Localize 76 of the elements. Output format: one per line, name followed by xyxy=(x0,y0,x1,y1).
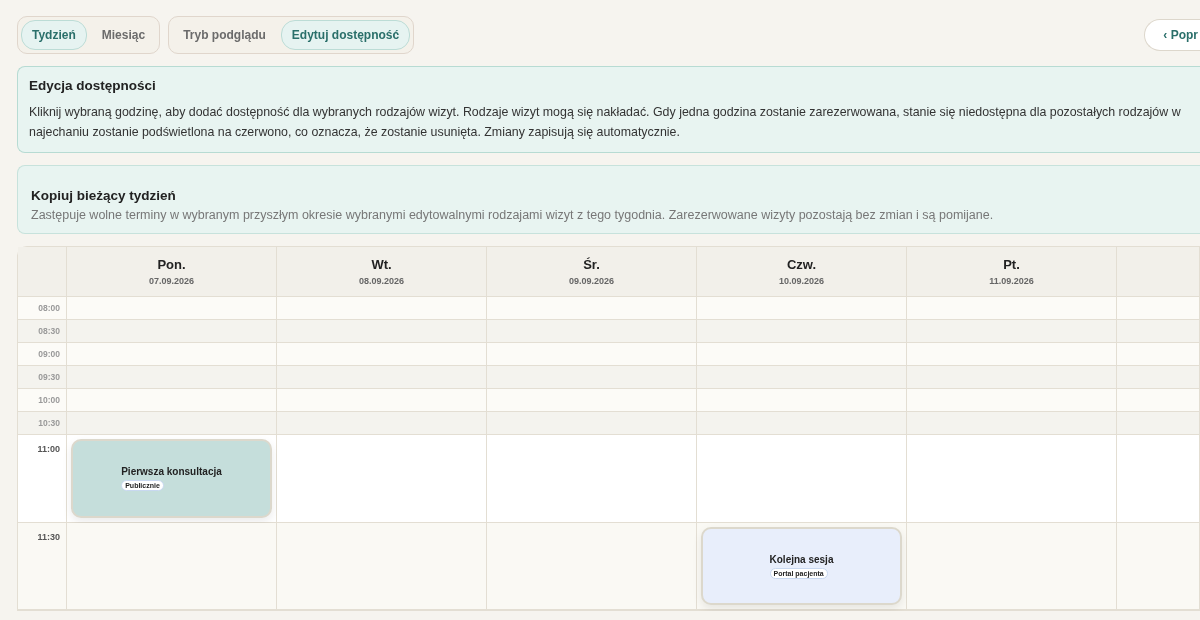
time-slot[interactable] xyxy=(487,343,697,366)
time-slot[interactable] xyxy=(1117,389,1200,412)
day-date: 11.09.2026 xyxy=(989,276,1034,286)
time-slot[interactable] xyxy=(697,320,907,343)
day-name: Śr. xyxy=(583,257,600,272)
panel-title: Kopiuj bieżący tydzień xyxy=(31,188,177,203)
time-slot[interactable] xyxy=(487,297,697,320)
time-label: 10:00 xyxy=(37,394,61,405)
day-name: Czw. xyxy=(786,257,817,272)
time-label: 08:00 xyxy=(37,302,61,313)
time-slot[interactable] xyxy=(697,435,907,523)
time-slot[interactable] xyxy=(487,412,697,435)
time-slot[interactable] xyxy=(1117,343,1200,366)
day-name: Wt. xyxy=(371,257,392,272)
toggle-tab[interactable]: Edytuj dostępność xyxy=(280,20,411,50)
panel-title: Edycja dostępności xyxy=(29,78,157,93)
day-date: 10.09.2026 xyxy=(778,276,824,286)
time-slot[interactable] xyxy=(67,320,277,343)
time-slot[interactable] xyxy=(277,523,487,610)
time-slot[interactable] xyxy=(1117,366,1200,389)
time-slot[interactable] xyxy=(277,343,487,366)
time-label: 10:30 xyxy=(37,417,61,428)
time-slot[interactable] xyxy=(1117,412,1200,435)
time-label: 11:30 xyxy=(36,531,61,542)
time-slot[interactable] xyxy=(907,435,1117,523)
time-label: 08:30 xyxy=(37,325,61,336)
panel-description: Zastępuje wolne terminy w wybranym przyszłym okresie wybranymi edytowalnymi rodzajami wizyt z tego tygodnia. Zarezerwowane wizyty pozostają bez zmian i są pomijane. xyxy=(31,208,995,222)
time-slot[interactable] xyxy=(697,389,907,412)
time-slot[interactable] xyxy=(1117,523,1200,610)
event-title: Pierwsza konsultacja xyxy=(121,466,222,477)
time-slot[interactable] xyxy=(907,412,1117,435)
time-slot[interactable] xyxy=(277,320,487,343)
day-name: Pon. xyxy=(157,257,186,272)
day-date: 09.09.2026 xyxy=(568,276,614,286)
time-slot[interactable] xyxy=(907,297,1117,320)
time-slot[interactable] xyxy=(67,297,277,320)
time-slot[interactable] xyxy=(907,320,1117,343)
time-slot[interactable] xyxy=(277,435,487,523)
time-slot[interactable] xyxy=(1117,297,1200,320)
time-slot[interactable] xyxy=(697,343,907,366)
time-slot[interactable] xyxy=(67,412,277,435)
time-slot[interactable] xyxy=(907,366,1117,389)
time-slot[interactable] xyxy=(697,297,907,320)
day-date: 07.09.2026 xyxy=(148,276,194,286)
time-slot[interactable] xyxy=(67,523,277,610)
time-slot[interactable] xyxy=(907,523,1117,610)
toggle-tab[interactable]: Tryb podglądu xyxy=(172,20,277,50)
time-label: 11:00 xyxy=(36,443,61,454)
day-name: Pt. xyxy=(1003,257,1020,272)
time-slot[interactable] xyxy=(277,412,487,435)
time-slot[interactable] xyxy=(1117,320,1200,343)
time-slot[interactable] xyxy=(1117,435,1200,523)
time-slot[interactable] xyxy=(67,366,277,389)
time-slot[interactable] xyxy=(697,412,907,435)
time-slot[interactable] xyxy=(907,343,1117,366)
time-slot[interactable] xyxy=(67,343,277,366)
day-date: 08.09.2026 xyxy=(358,276,404,286)
time-slot[interactable] xyxy=(67,389,277,412)
toggle-tab[interactable]: Miesiąc xyxy=(90,20,157,50)
previous-button[interactable]: ‹ Popr xyxy=(1144,19,1200,51)
time-slot[interactable] xyxy=(487,320,697,343)
time-label: 09:00 xyxy=(37,348,61,359)
time-slot[interactable] xyxy=(907,389,1117,412)
info-text: Kliknij wybraną godzinę, aby dodać dostępność dla wybranych rodzajów wizyt. Rodzaje wizyt mogą się nakładać. Gdy jedna godzina zostanie zarezerwowana, stanie się niedostępna dla pozostałych rodzajów w xyxy=(29,104,1182,121)
event-title: Kolejna sesja xyxy=(769,553,834,565)
time-slot[interactable] xyxy=(487,523,697,610)
toggle-tab[interactable]: Tydzień xyxy=(21,20,87,50)
time-slot[interactable] xyxy=(277,297,487,320)
time-slot[interactable] xyxy=(487,389,697,412)
time-label: 09:30 xyxy=(37,371,61,382)
time-slot[interactable] xyxy=(697,366,907,389)
time-slot[interactable] xyxy=(277,366,487,389)
time-slot[interactable] xyxy=(277,389,487,412)
time-slot[interactable] xyxy=(487,435,697,523)
time-slot[interactable] xyxy=(487,366,697,389)
info-text: najechaniu zostanie podświetlona na czerwono, co oznacza, że zostanie usunięta. Zmiany zapisują się automatycznie. xyxy=(29,124,681,141)
